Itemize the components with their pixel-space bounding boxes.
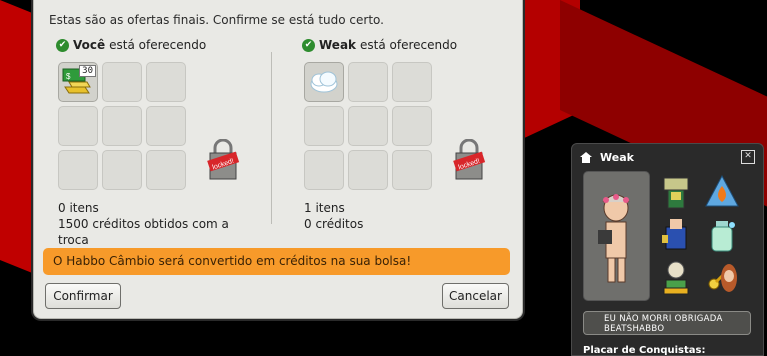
offer-slot[interactable]: [58, 150, 98, 190]
offer-slot[interactable]: [146, 62, 186, 102]
offer-slot[interactable]: [58, 106, 98, 146]
partner-offer-header: ✔ Weak está oferecendo: [302, 36, 502, 54]
svg-text:$: $: [66, 72, 71, 81]
partner-name: Weak: [319, 38, 357, 52]
partner-offer-label: está oferecendo: [360, 38, 458, 52]
partner-offer-grid: [304, 62, 432, 190]
my-offer-name: Você: [73, 38, 106, 52]
trade-message: Estas são as ofertas finais. Confirme se…: [49, 13, 384, 27]
profile-header: Weak: [580, 150, 634, 164]
check-icon: ✔: [56, 38, 69, 52]
my-offer-header: ✔ Você está oferecendo: [56, 36, 256, 54]
offer-slot[interactable]: [392, 62, 432, 102]
potion-badge-icon[interactable]: [702, 215, 742, 255]
home-icon: [580, 151, 592, 163]
trade-window: Estas são as ofertas finais. Confirme se…: [33, 0, 523, 319]
offer-slot[interactable]: [146, 106, 186, 146]
robot-badge-icon[interactable]: [656, 172, 696, 212]
my-credits: 1500 créditos obtidos com a troca: [58, 217, 229, 247]
offer-slot[interactable]: [348, 150, 388, 190]
conversion-notice: O Habbo Câmbio será convertido em crédit…: [43, 248, 510, 275]
microphone-badge-icon[interactable]: [702, 258, 742, 298]
fire-triangle-badge-icon[interactable]: [702, 172, 742, 212]
cancel-button[interactable]: Cancelar: [442, 283, 509, 309]
offer-slot[interactable]: [304, 62, 344, 102]
partner-offer-summary: 1 itens 0 créditos: [304, 200, 363, 232]
offer-slot[interactable]: [146, 150, 186, 190]
offer-slot[interactable]: [102, 106, 142, 146]
avatar-figure: [598, 194, 630, 283]
my-offer-column: ✔ Você está oferecendo $ 30 locked! 0 it…: [56, 36, 256, 247]
offer-slot[interactable]: [348, 106, 388, 146]
badge-grid: [656, 172, 744, 298]
confirm-button[interactable]: Confirmar: [45, 283, 121, 309]
profile-motto: EU NÃO MORRI OBRIGADA BEATSHABBO: [583, 311, 751, 335]
offer-slot[interactable]: [392, 150, 432, 190]
partner-offer-column: ✔ Weak está oferecendo locked! 1 itens 0…: [302, 36, 502, 231]
check-icon: ✔: [302, 38, 315, 52]
profile-username: Weak: [600, 150, 634, 164]
partner-item-count: 1 itens: [304, 201, 345, 215]
offer-slot[interactable]: [348, 62, 388, 102]
my-offer-summary: 0 itens 1500 créditos obtidos com a troc…: [58, 200, 256, 248]
offer-slot[interactable]: [392, 106, 432, 146]
cloud-item-icon: [310, 71, 338, 93]
quantity-badge: 30: [79, 65, 96, 77]
trophy-badge-icon[interactable]: [656, 258, 696, 298]
partner-credits: 0 créditos: [304, 217, 364, 231]
locked-padlock-icon: locked!: [453, 139, 486, 180]
my-item-count: 0 itens: [58, 201, 99, 215]
my-offer-label: está oferecendo: [109, 38, 207, 52]
cup-badge-icon[interactable]: [656, 215, 696, 255]
column-divider: [271, 52, 272, 224]
offer-slot[interactable]: [102, 150, 142, 190]
close-icon[interactable]: ✕: [741, 150, 755, 164]
user-profile-panel: Weak ✕ EU NÃO MORRI OBRIGADA BEATSHABBO …: [571, 143, 764, 356]
achievements-label: Placar de Conquistas:: [583, 345, 706, 356]
avatar: [583, 171, 650, 301]
locked-padlock-icon: locked!: [207, 139, 240, 180]
offer-slot[interactable]: [304, 106, 344, 146]
my-offer-grid: $ 30: [58, 62, 186, 190]
offer-slot[interactable]: [304, 150, 344, 190]
offer-slot[interactable]: [102, 62, 142, 102]
offer-slot[interactable]: $ 30: [58, 62, 98, 102]
